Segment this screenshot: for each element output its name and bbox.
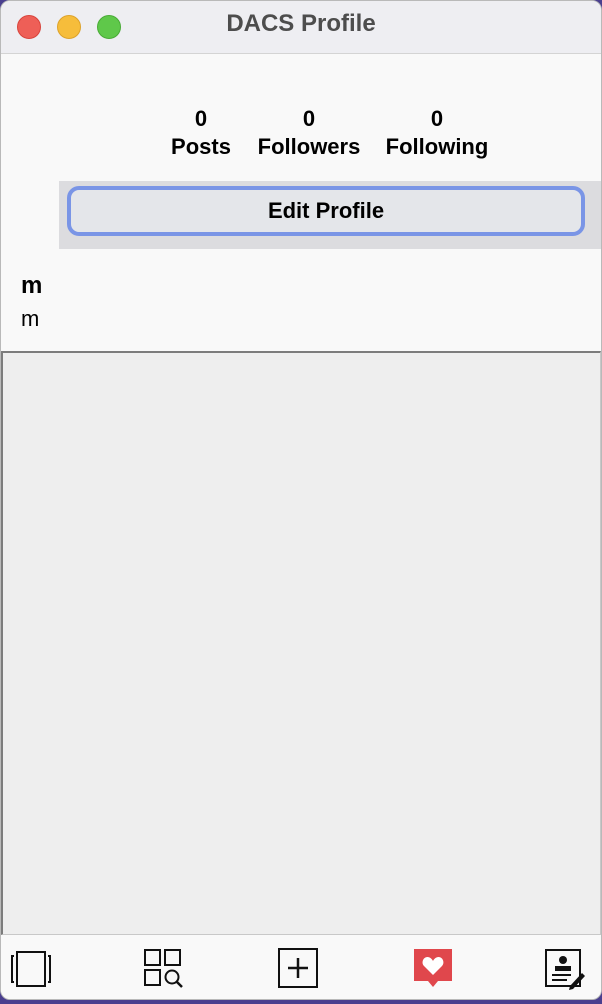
app-window: DACS Profile 0 Posts 0 Followers 0 Follo… [0,0,602,1000]
bottom-nav-bar [1,935,601,999]
edit-profile-area: Edit Profile [59,181,601,249]
window-title: DACS Profile [226,10,376,37]
edit-profile-button[interactable]: Edit Profile [67,186,585,236]
followers-count: 0 [302,106,316,131]
posts-grid[interactable] [1,351,601,935]
stat-followers[interactable]: 0 Followers [239,105,379,161]
profile-edit-icon[interactable] [543,947,587,991]
search-grid-icon[interactable] [141,947,185,991]
profile-name: m [21,272,43,299]
add-post-icon[interactable] [277,947,321,991]
following-label: Following [385,134,489,159]
title-bar: DACS Profile [1,1,601,54]
stat-following[interactable]: 0 Following [367,105,507,161]
feed-icon[interactable] [9,947,53,991]
activity-heart-icon[interactable] [411,947,455,991]
followers-label: Followers [257,134,361,159]
following-count: 0 [430,106,444,131]
profile-bio: m [21,306,40,331]
